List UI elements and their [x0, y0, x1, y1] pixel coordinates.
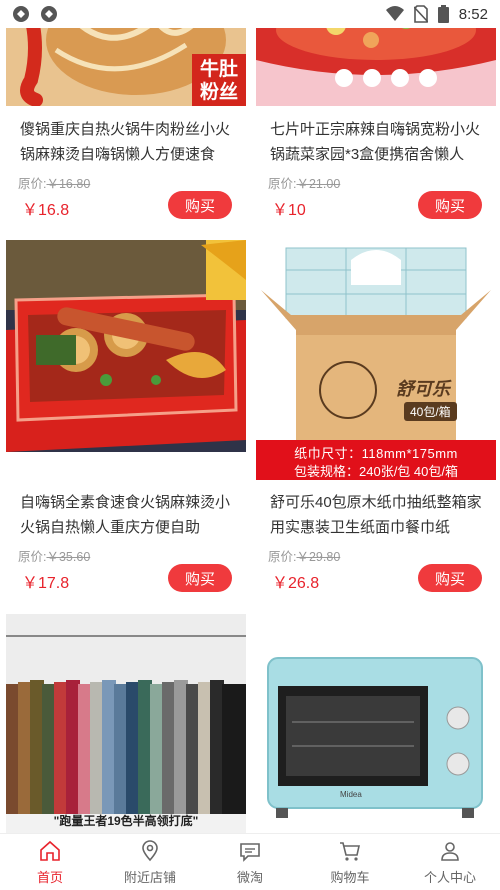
original-price-label: 原价:: [18, 550, 47, 564]
buy-button[interactable]: 购买: [168, 191, 232, 219]
product-image[interactable]: [6, 240, 246, 452]
sale-price: ￥16.8: [22, 202, 70, 219]
notification-app-icon: [13, 6, 29, 22]
original-price: 原价:￥35.60: [18, 546, 90, 565]
sale-price: ￥26.8: [272, 575, 320, 592]
tab-weitao-label: 微淘: [236, 869, 263, 885]
buy-button[interactable]: 购买: [418, 564, 482, 592]
original-price-value: ￥35.60: [46, 550, 91, 564]
tab-nearby-stores[interactable]: 附近店铺: [100, 834, 200, 890]
original-price-value: ￥29.80: [296, 550, 341, 564]
tab-profile[interactable]: 个人中心: [400, 834, 500, 890]
status-indicators: 8:52: [385, 5, 488, 23]
tab-nearby-stores-label: 附近店铺: [123, 869, 176, 885]
tab-cart[interactable]: 购物车: [300, 834, 400, 890]
tab-profile-label: 个人中心: [423, 869, 476, 885]
box-brand: 舒可乐: [396, 379, 450, 399]
product-title[interactable]: 自嗨锅全素食速食火锅麻辣烫小火锅自热懒人重庆方便自助: [20, 490, 240, 540]
status-notifications: [12, 5, 58, 23]
home-icon: [40, 840, 60, 861]
sale-price: ￥10: [272, 202, 306, 219]
original-price-value: ￥16.80: [46, 177, 91, 191]
original-price-label: 原价:: [268, 177, 297, 191]
location-icon: [142, 839, 158, 861]
battery-icon: [437, 5, 449, 23]
tab-weitao[interactable]: 微淘: [200, 834, 300, 890]
oven-brand: Midea: [340, 790, 362, 799]
box-count: 40包/箱: [404, 402, 457, 421]
product-title[interactable]: 傻锅重庆自热火锅牛肉粉丝小火锅麻辣烫自嗨锅懒人方便速食: [20, 117, 240, 167]
status-time: 8:52: [458, 5, 488, 23]
cart-icon: [340, 841, 360, 861]
wifi-icon: [385, 6, 404, 21]
no-sim-icon: [413, 5, 428, 23]
original-price: 原价:￥21.00: [268, 173, 340, 192]
bottom-tab-bar: 首页 附近店铺 微淘 购物车 个人中心: [0, 833, 500, 890]
tab-home[interactable]: 首页: [0, 834, 100, 890]
buy-button[interactable]: 购买: [418, 191, 482, 219]
sale-price: ￥17.8: [22, 575, 70, 592]
product-image[interactable]: Midea: [256, 614, 496, 833]
status-bar: 8:52: [0, 0, 500, 28]
tab-cart-label: 购物车: [330, 869, 370, 885]
message-icon: [240, 842, 260, 862]
product-image[interactable]: 舒可乐 40包/箱 纸巾尺寸：118mm*175mm 包装规格：240张/包 4…: [256, 240, 496, 480]
original-price-label: 原价:: [18, 177, 47, 191]
spec-line-1: 纸巾尺寸：118mm*175mm: [294, 446, 458, 461]
product-feed[interactable]: 牛肚粉丝 傻锅重庆自热火锅牛肉粉丝小火锅麻辣烫自嗨锅懒人方便速食 原价:￥16.…: [0, 0, 500, 833]
product-badge: 牛肚粉丝: [199, 59, 238, 103]
original-price-value: ￥21.00: [296, 177, 341, 191]
original-price: 原价:￥16.80: [18, 173, 90, 192]
product-image[interactable]: "跑量王者19色半高领打底": [6, 614, 246, 833]
product-title[interactable]: 七片叶正宗麻辣自嗨锅宽粉小火锅蔬菜家园*3盒便携宿舍懒人: [270, 117, 490, 167]
product-caption: "跑量王者19色半高领打底": [53, 814, 199, 828]
product-title[interactable]: 舒可乐40包原木纸巾抽纸整箱家用实惠装卫生纸面巾餐巾纸: [270, 490, 490, 540]
tab-home-label: 首页: [36, 869, 63, 885]
spec-line-2: 包装规格：240张/包 40包/箱: [294, 464, 458, 479]
original-price-label: 原价:: [268, 550, 297, 564]
original-price: 原价:￥29.80: [268, 546, 340, 565]
notification-app-icon: [41, 6, 57, 22]
user-icon: [441, 841, 459, 861]
buy-button[interactable]: 购买: [168, 564, 232, 592]
